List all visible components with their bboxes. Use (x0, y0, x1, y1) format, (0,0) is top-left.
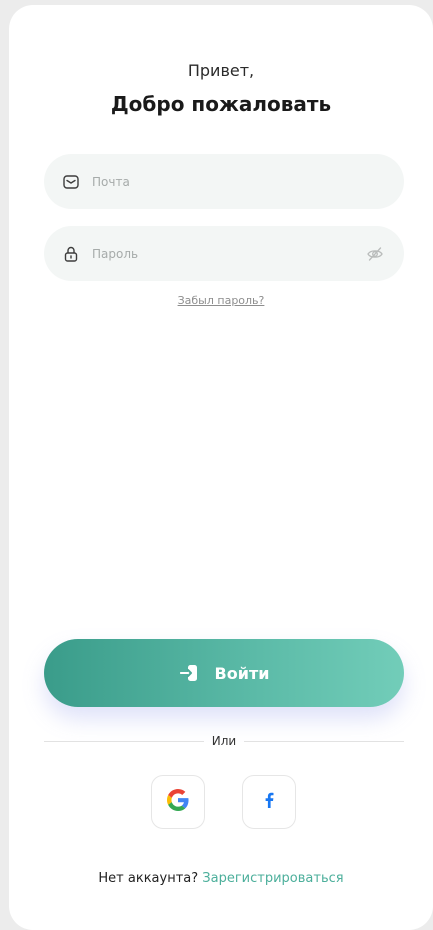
facebook-icon (261, 791, 277, 813)
or-divider: Или (44, 733, 405, 749)
login-icon (179, 663, 199, 683)
divider-line-left (44, 740, 204, 742)
email-input[interactable] (92, 174, 384, 189)
divider-line-right (244, 740, 405, 742)
eye-off-icon[interactable] (366, 245, 384, 263)
mail-icon (62, 173, 80, 191)
password-input[interactable] (92, 246, 366, 261)
google-icon (167, 789, 189, 815)
facebook-login-button[interactable] (242, 775, 296, 829)
login-card: Привет, Добро пожаловать За (9, 5, 433, 930)
email-field[interactable] (44, 154, 404, 209)
forgot-password-link[interactable]: Забыл пароль? (9, 294, 433, 307)
divider-label: Или (211, 734, 237, 748)
lock-icon (62, 245, 80, 263)
signup-link[interactable]: Зарегистрироваться (202, 871, 343, 886)
password-field[interactable] (44, 226, 404, 281)
login-button[interactable]: Войти (44, 639, 404, 707)
login-button-label: Войти (214, 663, 270, 683)
google-login-button[interactable] (151, 775, 205, 829)
page-title: Добро пожаловать (110, 92, 332, 116)
greeting-text: Привет, (187, 61, 255, 80)
signup-row: Нет аккаунта? Зарегистрироваться (9, 871, 433, 886)
signup-prompt: Нет аккаунта? (98, 871, 199, 886)
